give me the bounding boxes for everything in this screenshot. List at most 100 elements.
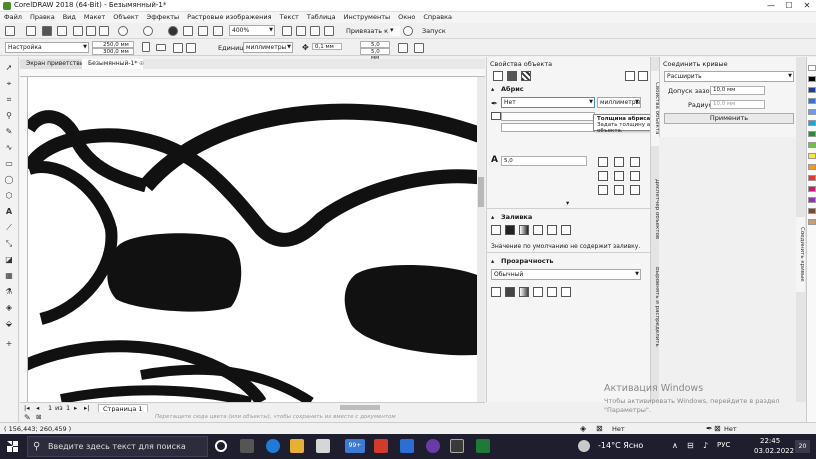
page-height-field[interactable]: 300,0 мм — [92, 48, 134, 55]
transparency-tool-icon[interactable]: ▦ — [4, 271, 14, 281]
apply-button[interactable]: Применить — [664, 113, 794, 124]
new-document-icon[interactable] — [5, 26, 15, 36]
connector-tool-icon[interactable]: ⤡ — [4, 239, 14, 249]
palette-swatch[interactable] — [808, 197, 816, 203]
outline-collapse-icon[interactable]: ▴ — [491, 85, 494, 93]
no-color-icon[interactable]: ⊠ — [36, 413, 41, 421]
store-icon[interactable] — [316, 439, 330, 453]
corner-bevel-icon[interactable] — [630, 157, 640, 167]
artistic-media-icon[interactable]: ∿ — [4, 143, 14, 153]
panel-layout-icon[interactable] — [625, 71, 635, 81]
full-screen-icon[interactable] — [282, 26, 292, 36]
menu-object[interactable]: Объект — [109, 12, 142, 23]
fountain-fill-icon[interactable] — [519, 225, 529, 235]
media-player-icon[interactable] — [400, 439, 414, 453]
vector-pattern-icon[interactable] — [533, 225, 543, 235]
options-gear-icon[interactable] — [403, 26, 413, 36]
shape-tool-icon[interactable]: ⌖ — [4, 79, 14, 89]
close-button[interactable]: ✕ — [798, 0, 816, 12]
launch-dropdown[interactable]: Запуск — [422, 27, 446, 35]
menu-view[interactable]: Вид — [59, 12, 80, 23]
zoom-level-select[interactable]: 400% ▼ — [229, 25, 275, 36]
palette-swatch[interactable] — [808, 164, 816, 170]
freehand-tool-icon[interactable]: ✎ — [4, 127, 14, 137]
ellipse-tool-icon[interactable]: ◯ — [4, 175, 14, 185]
excel-icon[interactable] — [476, 439, 490, 453]
menu-layout[interactable]: Макет — [80, 12, 109, 23]
texture-fill-icon[interactable] — [561, 225, 571, 235]
snap-dropdown-arrow-icon[interactable]: ▾ — [390, 26, 400, 36]
menu-tools[interactable]: Инструменты — [340, 12, 395, 23]
outline-expand-icon[interactable]: ▾ — [566, 199, 569, 207]
cut-icon[interactable] — [73, 26, 83, 36]
corner-round-icon[interactable] — [614, 157, 624, 167]
pattern-transparency-icon[interactable] — [533, 287, 543, 297]
panel-options-icon[interactable] — [638, 71, 648, 81]
undo-icon[interactable] — [118, 26, 128, 36]
current-page-icon[interactable] — [186, 43, 196, 53]
task-switcher-icon[interactable] — [240, 439, 254, 453]
print-icon[interactable] — [57, 26, 67, 36]
polygon-tool-icon[interactable]: ⬡ — [4, 191, 14, 201]
interactive-fill-icon[interactable]: ◈ — [4, 303, 14, 313]
guidelines-icon[interactable] — [324, 26, 334, 36]
menu-help[interactable]: Справка — [419, 12, 456, 23]
notification-center-icon[interactable]: 20 — [795, 440, 810, 453]
parallel-dimension-icon[interactable]: ⟋ — [4, 223, 14, 233]
bitmap-pattern-icon[interactable] — [547, 225, 557, 235]
fill-tab-icon[interactable] — [507, 71, 517, 81]
landscape-icon[interactable] — [156, 44, 166, 51]
filezilla-icon[interactable] — [374, 439, 388, 453]
page-preset-select[interactable]: Настройка ▼ — [5, 42, 89, 53]
bitmap-transparency-icon[interactable] — [547, 287, 557, 297]
units-select[interactable]: миллиметры ▼ — [243, 42, 293, 53]
palette-swatch[interactable] — [808, 219, 816, 225]
menu-text[interactable]: Текст — [276, 12, 303, 23]
position-center-icon[interactable] — [614, 185, 624, 195]
outline-width-select[interactable]: Нет ▼ — [501, 97, 595, 108]
input-language[interactable]: РУС — [717, 441, 730, 449]
no-fill-icon[interactable] — [491, 225, 501, 235]
windows-start-icon[interactable] — [7, 441, 18, 452]
tab-join-curves[interactable]: Соединить кривые — [796, 217, 805, 292]
horizontal-scroll-thumb[interactable] — [340, 405, 380, 410]
prev-page-icon[interactable]: ◂ — [36, 404, 39, 412]
position-outside-icon[interactable] — [598, 185, 608, 195]
corner-miter-icon[interactable] — [598, 157, 608, 167]
palette-swatch[interactable] — [808, 120, 816, 126]
volume-icon[interactable]: ♪ — [703, 441, 708, 450]
menu-effects[interactable]: Эффекты — [143, 12, 184, 23]
outline-color-icon[interactable] — [491, 112, 501, 120]
duplicate-y-field[interactable]: 5,0 мм — [360, 48, 390, 61]
palette-swatch[interactable] — [808, 186, 816, 192]
open-folder-icon[interactable] — [26, 26, 36, 36]
clock-time[interactable]: 22:45 — [760, 437, 780, 445]
minimize-button[interactable]: — — [762, 0, 780, 12]
network-icon[interactable]: ⊟ — [687, 441, 694, 450]
menu-bitmaps[interactable]: Растровые изображения — [183, 12, 275, 23]
palette-swatch[interactable] — [808, 153, 816, 159]
options-icon[interactable] — [398, 43, 408, 53]
position-inside-icon[interactable] — [630, 185, 640, 195]
transparency-merge-mode-select[interactable]: Обычный ▼ — [491, 269, 641, 280]
last-page-icon[interactable]: ▸| — [84, 404, 89, 412]
outline-tab-icon[interactable] — [493, 71, 503, 81]
mail-badge-icon[interactable]: 99+ — [345, 439, 365, 453]
maximize-button[interactable]: ☐ — [780, 0, 798, 12]
smart-fill-icon[interactable]: ⬙ — [4, 319, 14, 329]
file-explorer-icon[interactable] — [290, 439, 304, 453]
uniform-fill-icon[interactable] — [505, 225, 515, 235]
palette-swatch[interactable] — [808, 65, 816, 71]
weather-text[interactable]: -14°C Ясно — [598, 441, 643, 450]
menu-table[interactable]: Таблица — [303, 12, 340, 23]
viber-icon[interactable] — [426, 439, 440, 453]
quick-customize-icon[interactable] — [414, 43, 424, 53]
duplicate-x-field[interactable]: 5,0 мм — [360, 41, 390, 54]
grid-icon[interactable] — [310, 26, 320, 36]
nudge-distance-field[interactable]: 0,1 мм — [312, 43, 342, 50]
radius-field[interactable]: 10,0 мм — [710, 100, 765, 109]
rectangle-tool-icon[interactable]: ▭ — [4, 159, 14, 169]
search-content-icon[interactable] — [168, 26, 178, 36]
drawing-canvas[interactable] — [20, 69, 485, 402]
clock-date[interactable]: 03.02.2022 — [754, 447, 794, 455]
